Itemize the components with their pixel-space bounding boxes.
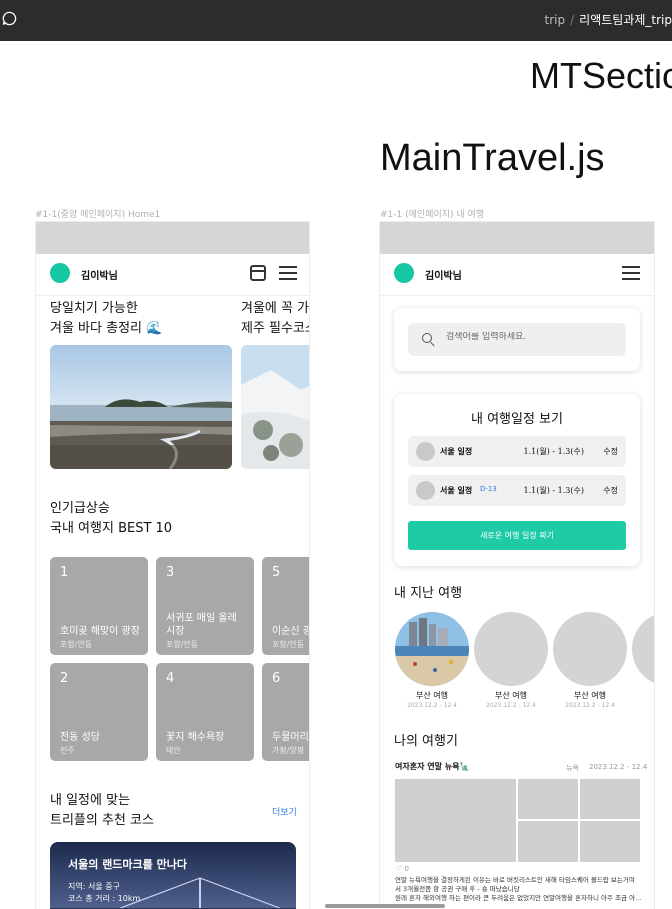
journal-photo — [580, 821, 640, 862]
past-trip-item[interactable]: 부산 여행 2023.12.2 - 12.4 — [395, 612, 469, 709]
past-trips-title: 내 지난 여행 — [394, 586, 463, 601]
user-name: 김이박님 — [81, 271, 118, 282]
trip-photo — [632, 612, 654, 686]
trip-photo — [395, 612, 469, 686]
journal-photo — [395, 779, 516, 862]
section-title: MTSectio — [530, 55, 672, 96]
schedule-thumbnail — [416, 442, 435, 461]
destination-tile[interactable]: 1 호미곶 해맞이 광장 포항/안동 — [50, 557, 148, 655]
horizontal-scrollbar[interactable] — [325, 904, 445, 908]
past-trip-item[interactable]: 부산 여행 2023.12.2 - 12.4 — [553, 612, 627, 709]
schedule-title: 내 여행일정 보기 — [471, 412, 563, 427]
journal-photo-grid[interactable] — [395, 779, 640, 862]
app-header: 김이박님 — [380, 254, 654, 296]
schedule-panel: 내 여행일정 보기 서울 일정 1.1(월) - 1.3(수) 수정 서울 일정… — [394, 394, 640, 566]
recommended-course-card[interactable]: 서울의 랜드마크를 만나다 지역: 서울 중구 코스 총 거리 : 10km — [50, 842, 296, 909]
breadcrumb-separator: / — [570, 13, 575, 27]
popular-section-title: 인기급상승 국내 여행지 BEST 10 — [50, 501, 173, 536]
trip-photo — [474, 612, 548, 686]
journal-text-line: 원래 혼자 해외여행 하는 편이라 큰 두려움은 없었지만 연말여행을 혼자하니… — [395, 894, 642, 902]
course-distance: 코스 총 거리 : 10km — [68, 894, 141, 903]
search-panel — [394, 308, 640, 371]
past-trip-item[interactable]: 부 202 — [632, 612, 654, 709]
travel-frame: 김이박님 내 여행일정 보기 서울 일정 1.1(월) - 1.3(수) 수정 … — [379, 221, 655, 909]
banner-title-2[interactable]: 겨울에 꼭 가야 제주 필수코스 — [241, 299, 309, 339]
destination-tile[interactable]: 6 두물머리 가평/양평 — [262, 663, 309, 761]
destination-tile[interactable]: 4 꽃지 해수욕장 태안 — [156, 663, 254, 761]
destination-tile[interactable]: 5 이순신 광장 포항/안동 — [262, 557, 309, 655]
snow-photo[interactable] — [241, 345, 309, 469]
search-input[interactable] — [446, 332, 616, 342]
app-header: 김이박님 — [36, 254, 309, 296]
avatar[interactable] — [50, 263, 70, 283]
recommend-section-title: 내 일정에 맞는 트리플의 추천 코스 — [50, 793, 154, 828]
destination-tile[interactable]: 2 전동 성당 전주 — [50, 663, 148, 761]
avatar[interactable] — [394, 263, 414, 283]
journal-heading[interactable]: 여자혼자 연말 뉴욕🗽 — [395, 761, 469, 772]
menu-icon[interactable] — [622, 266, 640, 280]
breadcrumb-current[interactable]: 리액트팀과제_trip — [579, 13, 672, 27]
schedule-thumbnail — [416, 481, 435, 500]
comment-icon[interactable] — [2, 11, 17, 26]
edit-button[interactable]: 수정 — [603, 485, 618, 496]
past-trip-item[interactable]: 부산 여행 2023.12.2 - 12.4 — [474, 612, 548, 709]
like-count[interactable]: ♡ 0 — [396, 865, 409, 873]
destination-tile[interactable]: 3 서귀포 매일 올레 시장 포항/안동 — [156, 557, 254, 655]
trip-photo — [553, 612, 627, 686]
breadcrumb-parent[interactable]: trip — [545, 13, 566, 27]
schedule-row[interactable]: 서울 일정 D-13 1.1(월) - 1.3(수) 수정 — [408, 475, 626, 506]
calendar-icon[interactable] — [250, 265, 266, 281]
search-icon — [422, 333, 432, 343]
menu-icon[interactable] — [279, 266, 297, 280]
journal-date: 2023.12.2 - 12.4 — [589, 763, 648, 771]
beach-photo[interactable] — [50, 345, 232, 469]
journal-photo — [518, 779, 578, 819]
frame-label-travel[interactable]: #1-1 (메인페이지) 내 여행 — [380, 207, 484, 220]
course-title: 서울의 랜드마크를 만나다 — [68, 858, 187, 871]
top-bar: trip / 리액트팀과제_trip — [0, 0, 672, 41]
new-schedule-button[interactable]: 새로운 여행 일정 짜기 — [408, 521, 626, 550]
journal-tag: 뉴욕 — [566, 764, 579, 772]
journal-section-title: 나의 여행기 — [394, 734, 458, 749]
status-bar — [380, 222, 654, 254]
status-bar — [36, 222, 309, 254]
search-bar[interactable] — [408, 323, 626, 356]
home-frame: 김이박님 당일치기 가능한 겨울 바다 총정리 🌊 겨울에 꼭 가야 제주 필수… — [35, 221, 310, 909]
course-region: 지역: 서울 중구 — [68, 882, 120, 891]
frame-label-home[interactable]: #1-1(중앙 메인페이지) Home1 — [35, 207, 160, 220]
dday-badge: D-13 — [480, 485, 497, 493]
journal-photo — [580, 779, 640, 819]
user-name: 김이박님 — [425, 271, 462, 282]
journal-text-line: 연말 뉴욕여행을 결정하게된 이유는 바로 버킷리스트인 새해 타임스퀘어 볼드… — [395, 876, 635, 884]
journal-photo — [518, 821, 578, 862]
schedule-row[interactable]: 서울 일정 1.1(월) - 1.3(수) 수정 — [408, 436, 626, 467]
edit-button[interactable]: 수정 — [603, 446, 618, 457]
banner-title-1[interactable]: 당일치기 가능한 겨울 바다 총정리 🌊 — [50, 299, 162, 339]
more-link[interactable]: 더보기 — [272, 805, 297, 818]
breadcrumb: trip / 리액트팀과제_trip — [545, 11, 672, 28]
file-title: MainTravel.js — [380, 137, 605, 179]
journal-text-line: 서 3개월전쯤 항 공권 구매 후 - 숑 떠났습니당 — [395, 885, 520, 893]
